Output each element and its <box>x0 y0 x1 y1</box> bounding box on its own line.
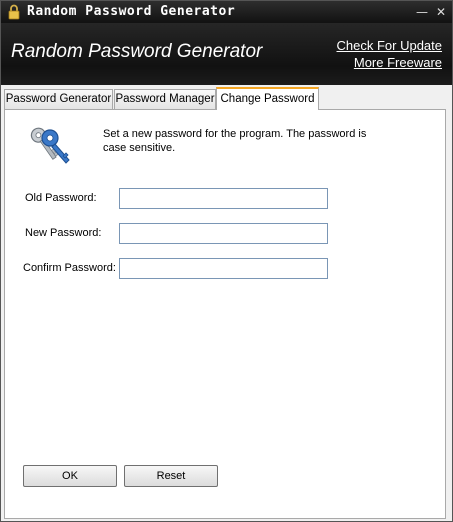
close-button[interactable]: ✕ <box>433 3 449 21</box>
client-area: Password Generator Password Manager Chan… <box>1 85 452 521</box>
confirm-password-field[interactable] <box>119 258 328 279</box>
old-password-field[interactable] <box>119 188 328 209</box>
ok-button[interactable]: OK <box>23 465 117 487</box>
keys-icon <box>30 127 70 164</box>
old-password-label: Old Password: <box>25 192 97 204</box>
app-title: Random Password Generator <box>11 41 263 62</box>
app-header: Random Password Generator Check For Upda… <box>1 23 452 85</box>
check-for-update-link[interactable]: Check For Update <box>337 38 443 53</box>
confirm-password-label: Confirm Password: <box>23 262 116 274</box>
tab-password-manager[interactable]: Password Manager <box>114 89 216 109</box>
new-password-field[interactable] <box>119 223 328 244</box>
description-text: Set a new password for the program. The … <box>103 128 367 154</box>
minimize-button[interactable]: — <box>414 3 430 21</box>
change-password-panel: Set a new password for the program. The … <box>4 109 446 519</box>
tab-password-generator[interactable]: Password Generator <box>4 89 113 109</box>
tab-change-password[interactable]: Change Password <box>216 87 319 110</box>
app-window: Random Password Generator — ✕ Random Pas… <box>0 0 453 522</box>
window-title: Random Password Generator <box>27 4 236 19</box>
more-freeware-link[interactable]: More Freeware <box>354 55 442 70</box>
lock-icon <box>8 4 20 20</box>
new-password-label: New Password: <box>25 227 102 239</box>
reset-button[interactable]: Reset <box>124 465 218 487</box>
title-bar[interactable]: Random Password Generator — ✕ <box>1 1 452 23</box>
